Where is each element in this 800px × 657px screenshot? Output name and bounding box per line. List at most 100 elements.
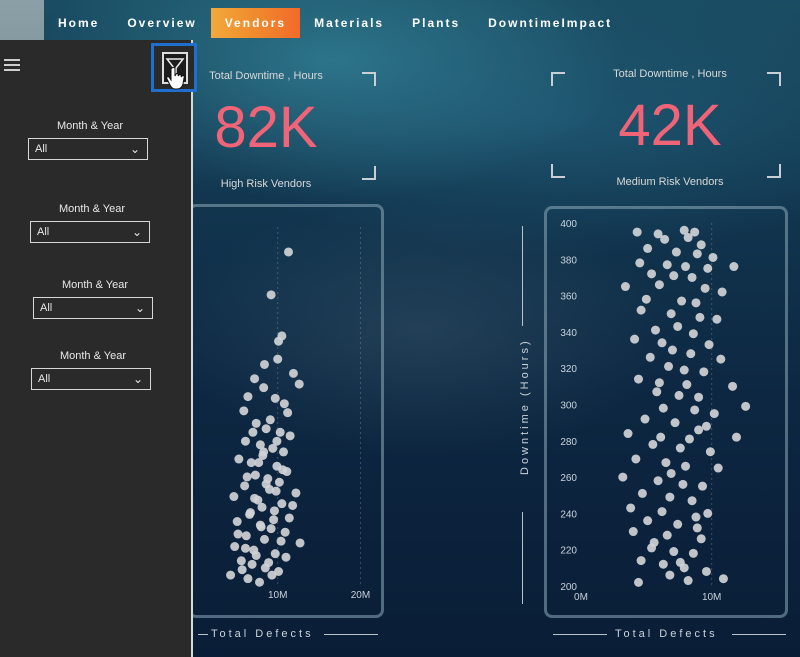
scatter-point: [232, 517, 242, 527]
scatter-point: [660, 234, 670, 244]
scatter-point: [654, 378, 664, 388]
scatter-point: [261, 424, 271, 434]
month-year-slicer-3: Month & Year All ⌄: [33, 279, 157, 319]
scatter-point: [674, 390, 684, 400]
x-tick-label: 20M: [351, 590, 370, 601]
scatter-point: [250, 470, 260, 480]
scatter-point: [250, 493, 260, 503]
scatter-point: [666, 468, 676, 478]
scatter-point: [259, 534, 269, 544]
y-tick-label: 320: [560, 364, 577, 375]
slicer-dropdown[interactable]: All ⌄: [31, 368, 151, 390]
scatter-point: [270, 549, 280, 559]
scatter-point: [636, 305, 646, 315]
month-year-slicer-1: Month & Year All ⌄: [28, 120, 152, 160]
scatter-point: [675, 443, 685, 453]
scatter-point: [665, 570, 675, 580]
slicer-dropdown[interactable]: All ⌄: [28, 138, 148, 160]
y-tick-label: 300: [560, 401, 577, 412]
scatter-point: [259, 359, 269, 369]
hand-pointer-icon: [166, 66, 185, 90]
scatter-point: [631, 454, 641, 464]
x-axis-title-line-right: [732, 634, 786, 635]
x-tick-label: 10M: [702, 592, 721, 603]
scatter-point: [681, 262, 691, 272]
scatter-point: [636, 556, 646, 566]
scatter-point: [688, 548, 698, 558]
filter-pane: Month & Year All ⌄ Month & Year All ⌄ Mont…: [0, 40, 197, 657]
scatter-point: [274, 336, 284, 346]
scatter-point: [662, 260, 672, 270]
scatter-point: [269, 515, 279, 525]
slicer-value: All: [40, 302, 53, 314]
kpi-corner-tl: [551, 72, 565, 86]
y-axis-title-line-top: [522, 226, 523, 326]
kpi-corner-br: [362, 166, 376, 180]
scatter-point: [692, 249, 702, 259]
scatter-point: [669, 271, 679, 281]
scatter-point: [696, 240, 706, 250]
scatter-point: [251, 418, 261, 428]
kpi-value: 42K: [618, 93, 722, 158]
scatter-point: [648, 439, 658, 449]
scatter-point: [274, 477, 284, 487]
scatter-point: [652, 387, 662, 397]
scatter-point: [254, 458, 264, 468]
filter-toggle-button[interactable]: [151, 43, 197, 92]
scatter-point: [729, 262, 739, 272]
tab-plants[interactable]: Plants: [398, 8, 474, 38]
tab-home[interactable]: Home: [44, 8, 113, 38]
scatter-point: [686, 349, 696, 359]
scatter-point: [248, 427, 258, 437]
scatter-point: [687, 272, 697, 282]
chevron-down-icon: ⌄: [134, 301, 145, 315]
scatter-point: [658, 403, 668, 413]
scatter-point: [618, 472, 628, 482]
scatter-point: [626, 503, 636, 513]
month-year-slicer-2: Month & Year All ⌄: [30, 203, 154, 243]
scatter-point: [645, 352, 655, 362]
scatter-point: [712, 314, 722, 324]
scatter-point: [283, 408, 293, 418]
scatter-point: [683, 233, 693, 243]
slicer-dropdown[interactable]: All ⌄: [30, 221, 150, 243]
scatter-point: [237, 565, 247, 575]
scatter-point: [633, 577, 643, 587]
scatter-point: [657, 338, 667, 348]
slicer-dropdown[interactable]: All ⌄: [33, 297, 153, 319]
tab-materials[interactable]: Materials: [300, 8, 398, 38]
scatter-point: [277, 499, 287, 509]
x-axis-title-medium: Total Defects: [615, 628, 718, 640]
scatter-point: [276, 536, 286, 546]
scatter-point: [688, 329, 698, 339]
y-tick-label: 240: [560, 509, 577, 520]
scatter-point: [247, 559, 257, 569]
scatter-point: [679, 365, 689, 375]
scatter-point: [692, 523, 702, 533]
scatter-point: [635, 258, 645, 268]
tab-downtime-impact[interactable]: DowntimeImpact: [474, 8, 626, 38]
hamburger-icon[interactable]: [4, 56, 20, 74]
scatter-chart-medium-risk[interactable]: 0M 10M 200 220 240 260 280 300 320 340 360 380 400: [544, 206, 788, 618]
scatter-point: [708, 252, 718, 262]
y-axis-title-line-bottom: [522, 512, 523, 604]
scatter-point: [251, 550, 261, 560]
scatter-point: [283, 247, 293, 257]
x-tick-label: 10M: [268, 590, 287, 601]
scatter-point: [295, 538, 305, 548]
chevron-down-icon: ⌄: [132, 372, 143, 386]
kpi-subtitle: Medium Risk Vendors: [616, 176, 724, 188]
scatter-point: [669, 547, 679, 557]
kpi-corner-tr: [767, 72, 781, 86]
slicer-label: Month & Year: [56, 120, 124, 132]
scatter-point: [701, 566, 711, 576]
scatter-point: [240, 436, 250, 446]
scatter-point: [691, 298, 701, 308]
scatter-point: [696, 534, 706, 544]
x-tick-label: 0M: [574, 592, 588, 603]
scatter-point: [240, 481, 250, 491]
scatter-chart-high-risk[interactable]: 10M 20M: [188, 204, 384, 618]
kpi-medium-risk: Total Downtime , Hours 42K Medium Risk V…: [590, 68, 750, 188]
tab-vendors[interactable]: Vendors: [210, 8, 301, 38]
tab-overview[interactable]: Overview: [113, 8, 210, 38]
